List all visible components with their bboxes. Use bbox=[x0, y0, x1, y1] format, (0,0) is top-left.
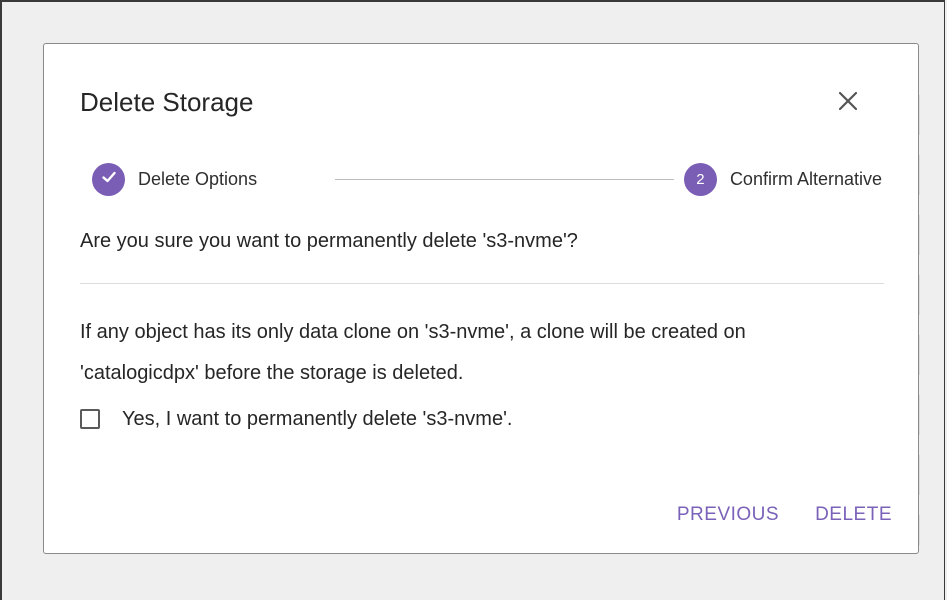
step-completed-circle bbox=[92, 162, 125, 196]
confirm-checkbox[interactable] bbox=[80, 409, 100, 429]
step-label: Confirm Alternative bbox=[729, 168, 882, 189]
step-connector bbox=[335, 179, 674, 180]
step-confirm-alternative: 2 Confirm Alternative bbox=[683, 162, 882, 196]
close-icon bbox=[837, 90, 859, 117]
divider bbox=[80, 283, 884, 284]
confirm-checkbox-label[interactable]: Yes, I want to permanently delete 's3-nv… bbox=[122, 408, 512, 431]
info-text: If any object has its only data clone on… bbox=[80, 312, 890, 394]
step-number-circle: 2 bbox=[683, 162, 717, 196]
delete-storage-dialog: Delete Storage Delete Options 2 Confirm bbox=[43, 43, 919, 554]
delete-button[interactable]: DELETE bbox=[815, 504, 892, 526]
dialog-title: Delete Storage bbox=[80, 87, 254, 117]
step-delete-options: Delete Options bbox=[92, 162, 257, 196]
confirm-checkbox-row[interactable]: Yes, I want to permanently delete 's3-nv… bbox=[80, 404, 512, 434]
step-label: Delete Options bbox=[138, 168, 258, 189]
info-line: 'catalogicdpx' before the storage is del… bbox=[80, 362, 464, 384]
confirm-question: Are you sure you want to permanently del… bbox=[80, 230, 578, 252]
info-line: If any object has its only data clone on… bbox=[80, 321, 746, 343]
check-icon bbox=[100, 168, 118, 190]
previous-button[interactable]: PREVIOUS bbox=[677, 504, 779, 526]
stepper: Delete Options 2 Confirm Alternative bbox=[92, 162, 882, 196]
close-button[interactable] bbox=[831, 86, 865, 120]
dialog-actions: PREVIOUS DELETE bbox=[677, 504, 892, 526]
